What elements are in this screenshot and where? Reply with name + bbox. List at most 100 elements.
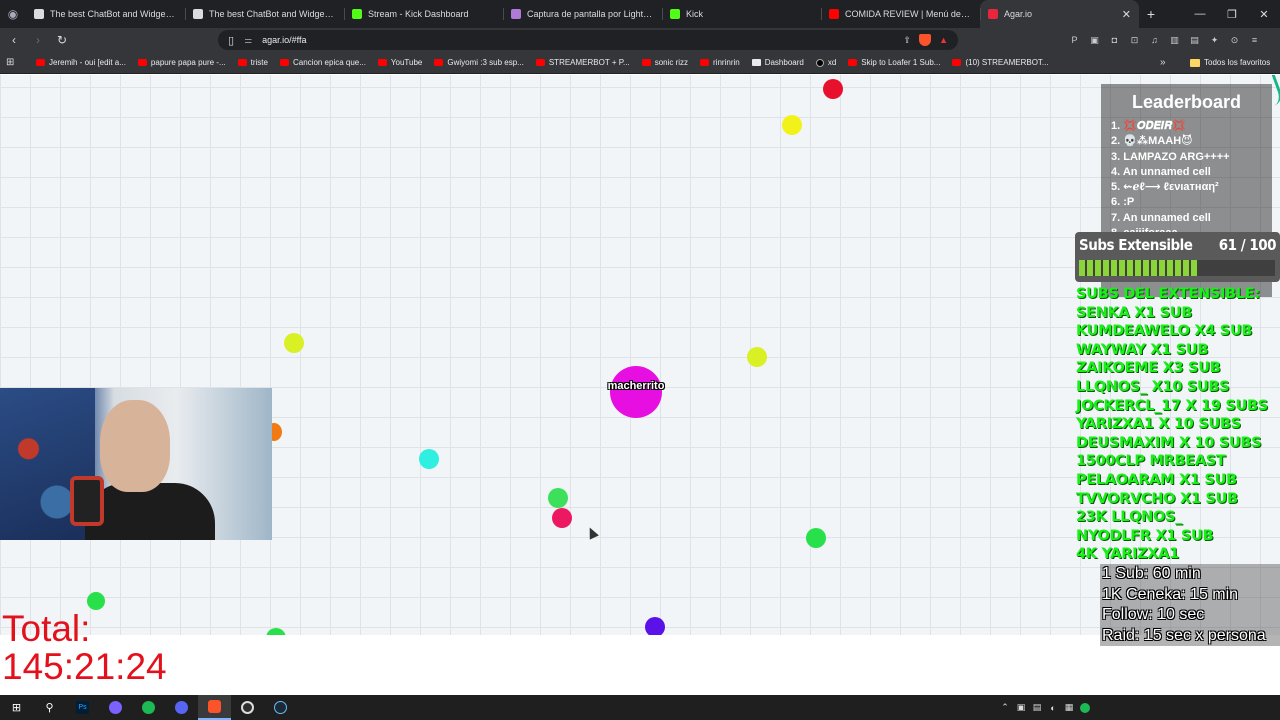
bookmark-item[interactable]: (10) STREAMERBOT... [952, 58, 1049, 67]
url-text[interactable]: agar.io/#ffa [262, 35, 306, 45]
sidebar-icon[interactable]: ▥ [1166, 33, 1183, 47]
browser-tab[interactable]: Agar.io ✕ [980, 0, 1139, 28]
bookmark-item[interactable]: papure papa pure -... [137, 58, 226, 67]
brave-browser-icon[interactable] [198, 695, 231, 720]
extension-icons: P ▣ ◘ ⊡ ♫ ▥ ▤ ✦ ⊙ ≡ [1066, 28, 1263, 52]
leaderboard-entry: 1. 💢𝑶𝑫𝑬𝑰𝑹💢 [1111, 120, 1186, 132]
bookmarks-overflow-icon[interactable]: » [1160, 57, 1166, 68]
site-info-icon[interactable]: ⚌ [244, 35, 252, 46]
leaderboard-entry: 2. 💀⁂MAAH😈 [1111, 135, 1193, 148]
bookmark-label: triste [250, 58, 268, 67]
subs-list-entry: KUMDEAWELO X4 SUB [1076, 323, 1253, 340]
subs-list-entry: JOCKERCL_17 X 19 SUBS [1076, 397, 1268, 414]
music-icon[interactable]: ♫ [1146, 33, 1163, 47]
apps-grid-icon[interactable]: ⊞ [6, 57, 22, 68]
bookmark-item[interactable]: sonic rizz [641, 58, 688, 67]
food-pellet [806, 528, 826, 548]
tray-app-icon[interactable]: ▤ [1032, 702, 1042, 713]
bookmark-label: Gwiyomi :3 sub esp... [447, 58, 524, 67]
close-window-icon[interactable]: ✕ [1248, 0, 1280, 28]
bookmark-item[interactable]: rinrinrin [700, 58, 740, 67]
bookmark-item[interactable]: Dashboard [751, 58, 804, 67]
browser-tab[interactable]: Kick [662, 0, 821, 28]
youtube-icon [137, 59, 147, 66]
steam-icon[interactable] [264, 695, 297, 720]
bookmark-item[interactable]: Gwiyomi :3 sub esp... [434, 58, 524, 67]
share-icon[interactable]: ⇪ [904, 35, 912, 46]
browser-tab[interactable]: COMIDA REVIEW | Menú de Ibai - Y [821, 0, 980, 28]
bookmark-item[interactable]: STREAMERBOT + P... [535, 58, 630, 67]
browser-tab[interactable]: The best ChatBot and Widgets for K [185, 0, 344, 28]
brave-rewards-icon[interactable]: ▲ [939, 35, 948, 45]
streamelements-icon [193, 9, 203, 19]
image-icon[interactable]: ▣ [1086, 33, 1103, 47]
wallet-icon[interactable]: ▤ [1186, 33, 1203, 47]
tray-spotify-icon[interactable] [1080, 702, 1090, 713]
leaderboard-entry: 6. :P [1111, 196, 1135, 209]
photoshop-icon[interactable]: Ps [66, 695, 99, 720]
obs-icon[interactable] [231, 695, 264, 720]
tab-title: Agar.io [1004, 9, 1033, 19]
youtube-icon [848, 59, 858, 66]
streamerbot-icon[interactable] [99, 695, 132, 720]
spotify-icon[interactable] [132, 695, 165, 720]
restore-icon[interactable]: ❐ [1216, 0, 1248, 28]
leaderboard-entry: 5. ⇜ℯℓ⟶ ℓενιатнαη² [1111, 181, 1219, 194]
vpn-icon[interactable]: ⊙ [1226, 33, 1243, 47]
browser-tab[interactable]: Stream - Kick Dashboard [344, 0, 503, 28]
bookmark-label: Skip to Loafer 1 Sub... [861, 58, 941, 67]
streamelements-icon [34, 9, 44, 19]
bookmark-item[interactable]: Skip to Loafer 1 Sub... [848, 58, 940, 67]
browser-tab[interactable]: The best ChatBot and Widgets for K [26, 0, 185, 28]
tab-title: The best ChatBot and Widgets for K [209, 9, 336, 19]
player-cell [610, 366, 662, 418]
tray-app-icon[interactable]: ▣ [1016, 702, 1026, 713]
bookmark-item[interactable]: Jeremih - oui [edit a... [36, 58, 126, 67]
extension-p-icon[interactable]: P [1066, 33, 1083, 47]
tray-app-icon[interactable]: ◐ [1048, 703, 1058, 713]
forward-icon[interactable]: › [28, 33, 48, 47]
subathon-total: Total: 145:21:24 [2, 610, 167, 686]
search-icon[interactable]: ⚲ [33, 695, 66, 720]
bookmark-item[interactable]: YouTube [377, 58, 422, 67]
tab-search-icon[interactable]: ◉ [0, 0, 26, 28]
bookmarks-bar: ⊞ Jeremih - oui [edit a... papure papa pu… [0, 52, 1280, 74]
bookmark-item[interactable]: xd [815, 58, 836, 67]
minimize-icon[interactable]: — [1184, 0, 1216, 28]
browser-toolbar: ‹ › ↻ ▯ ⚌ agar.io/#ffa ⇪ ▲ P ▣ ◘ ⊡ ♫ ▥ ▤… [0, 28, 1280, 52]
browser-tab[interactable]: Captura de pantalla por Lightshot [503, 0, 662, 28]
tray-app-icon[interactable]: ▦ [1064, 702, 1074, 713]
youtube-icon [829, 9, 839, 19]
back-icon[interactable]: ‹ [4, 33, 24, 47]
leaderboard-entry: 3. LAMPAZO ARG++++ [1111, 150, 1230, 163]
address-bar[interactable]: ▯ ⚌ agar.io/#ffa ⇪ ▲ [218, 30, 958, 50]
extensions-icon[interactable]: ✦ [1206, 33, 1223, 47]
brave-shield-icon[interactable] [919, 34, 932, 46]
tray-chevron-icon[interactable]: ⌃ [1000, 702, 1010, 713]
subathon-rule: Follow: 10 sec [1102, 606, 1205, 623]
bookmark-item[interactable]: Cancion epica que... [279, 58, 366, 67]
subs-list-entry: DEUSMAXIM X 10 SUBS [1076, 434, 1262, 451]
overlay-bottom-band [0, 635, 1280, 695]
tab-list: The best ChatBot and Widgets for K The be… [26, 0, 1139, 28]
close-tab-icon[interactable]: ✕ [1122, 8, 1131, 21]
bookmark-label: STREAMERBOT + P... [548, 58, 630, 67]
leaderboard-entry: 7. An unnamed cell [1111, 211, 1211, 224]
camera-icon[interactable]: ◘ [1106, 33, 1123, 47]
food-pellet [419, 449, 439, 469]
bookmark-label: rinrinrin [713, 58, 740, 67]
windows-start-icon[interactable]: ⊞ [0, 695, 33, 720]
subs-list-entry: 23K LLQNOS_ [1076, 509, 1183, 526]
bookmark-item[interactable]: triste [237, 58, 268, 67]
discord-icon[interactable] [165, 695, 198, 720]
webcam-person-head [100, 400, 170, 492]
screenshot-icon[interactable]: ⊡ [1126, 33, 1143, 47]
subathon-rule: 1K Ceneka: 15 min [1102, 585, 1239, 603]
new-tab-button[interactable]: + [1139, 0, 1163, 28]
menu-icon[interactable]: ≡ [1246, 33, 1263, 47]
bookmarks-folder[interactable]: Todos los favoritos [1190, 58, 1270, 67]
reload-icon[interactable]: ↻ [52, 33, 72, 47]
leaderboard-entry: 4. An unnamed cell [1111, 165, 1211, 178]
youtube-icon [700, 59, 710, 66]
bookmark-icon[interactable]: ▯ [228, 34, 234, 47]
